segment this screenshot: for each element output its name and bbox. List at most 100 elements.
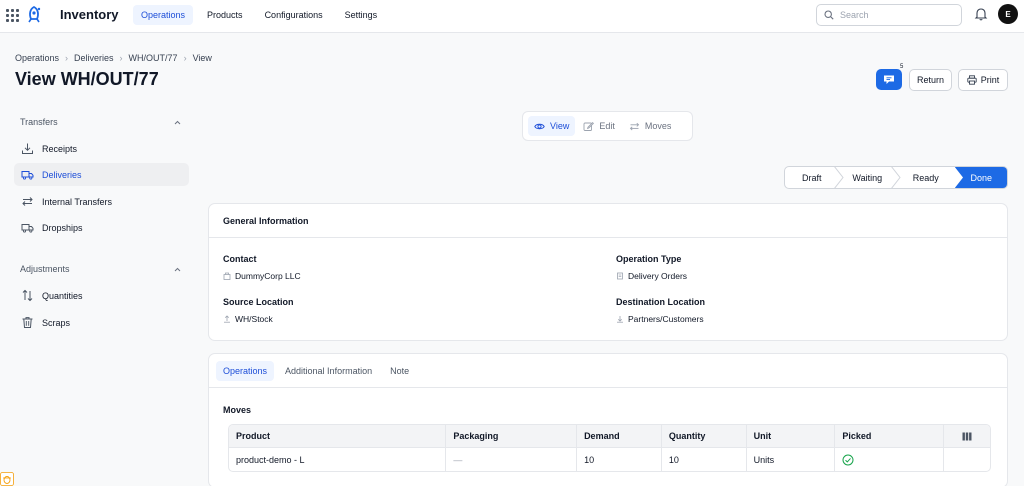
sidebar-item-dropships[interactable]: Dropships (14, 216, 189, 239)
sidebar-item-deliveries[interactable]: Deliveries (14, 163, 189, 186)
search-box[interactable] (816, 4, 962, 26)
breadcrumb-current: View (192, 53, 212, 63)
column-header-unit[interactable]: Unit (747, 425, 836, 447)
column-header-demand[interactable]: Demand (577, 425, 662, 447)
source-location-value-text: WH/Stock (235, 314, 273, 324)
status-step-done[interactable]: Done (954, 167, 1007, 188)
tab-additional-information[interactable]: Additional Information (278, 361, 379, 381)
destination-location-value-text: Partners/Customers (628, 314, 704, 324)
document-icon (617, 272, 623, 280)
status-step-ready[interactable]: Ready (896, 167, 955, 188)
nav-configurations[interactable]: Configurations (257, 5, 331, 25)
bug-icon[interactable] (0, 472, 14, 486)
status-step-label: Draft (802, 172, 822, 183)
pencil-icon (583, 121, 595, 131)
nav-products[interactable]: Products (199, 5, 251, 25)
sidebar-item-receipts[interactable]: Receipts (14, 137, 189, 160)
status-step-waiting[interactable]: Waiting (839, 167, 901, 188)
avatar[interactable]: E (998, 4, 1018, 24)
apps-grid-icon[interactable] (6, 9, 19, 22)
feedback-button[interactable] (876, 69, 902, 90)
breadcrumb: Operations › Deliveries › WH/OUT/77 › Vi… (15, 53, 212, 63)
upload-icon (224, 315, 230, 323)
tab-edit-label: Edit (599, 121, 615, 131)
contact-label: Contact (223, 254, 257, 264)
chevron-right-icon: › (65, 53, 69, 63)
receipt-download-icon (22, 143, 33, 154)
nav-settings[interactable]: Settings (337, 5, 386, 25)
table-row[interactable]: product-demo - L — 10 10 Units (229, 448, 990, 471)
cell-packaging: — (446, 448, 578, 471)
moves-title: Moves (223, 405, 252, 415)
return-button-label: Return (916, 75, 944, 85)
column-header-picked[interactable]: Picked (835, 425, 945, 447)
page-title: View WH/OUT/77 (15, 69, 159, 89)
tab-note[interactable]: Note (383, 361, 416, 381)
contact-value: DummyCorp LLC (223, 271, 301, 281)
company-icon (223, 272, 231, 280)
moves-table: Product Packaging Demand Quantity Unit P… (228, 424, 991, 472)
return-button[interactable]: Return (909, 69, 952, 91)
operation-type-label: Operation Type (616, 254, 682, 264)
bell-icon[interactable] (974, 7, 988, 21)
tab-operations[interactable]: Operations (216, 361, 275, 381)
trash-icon (22, 317, 33, 328)
sidebar-item-label: Internal Transfers (42, 196, 113, 207)
cell-picked (835, 448, 945, 471)
chat-bubble-icon (884, 75, 894, 84)
sidebar-item-internal-transfers[interactable]: Internal Transfers (14, 190, 189, 213)
main-nav: Operations Products Configurations Setti… (133, 5, 385, 25)
chevron-up-icon[interactable] (173, 265, 182, 274)
sidebar-item-label: Receipts (42, 143, 78, 154)
check-circle-icon (842, 454, 854, 465)
columns-icon[interactable] (962, 432, 972, 441)
cell-product: product-demo - L (229, 448, 447, 471)
rocket-icon[interactable] (24, 5, 44, 25)
general-information-title: General Information (209, 204, 1007, 238)
column-settings-cell (944, 425, 990, 447)
dropship-truck-icon (21, 224, 34, 233)
nav-operations[interactable]: Operations (133, 5, 194, 25)
chevron-right-icon: › (183, 53, 187, 63)
detail-tabs: Operations Additional Information Note (216, 361, 416, 381)
tabs-divider (209, 387, 1007, 388)
cell-empty (944, 448, 990, 471)
download-icon (617, 316, 623, 323)
chevron-up-icon[interactable] (173, 118, 182, 127)
tab-view[interactable]: View (528, 116, 576, 136)
cell-unit: Units (747, 448, 836, 471)
chevron-right-icon: › (119, 53, 123, 63)
breadcrumb-deliveries[interactable]: Deliveries (74, 53, 114, 63)
printer-icon (967, 75, 977, 85)
sidebar-item-quantities[interactable]: Quantities (14, 284, 189, 307)
view-switcher: View Edit Moves (522, 111, 693, 141)
tab-moves[interactable]: Moves (623, 116, 678, 136)
feedback-count-badge: 5 (900, 64, 904, 70)
breadcrumb-operations[interactable]: Operations (15, 53, 59, 63)
tab-moves-label: Moves (644, 121, 672, 131)
sidebar-section-transfers[interactable]: Transfers (20, 117, 58, 127)
source-location-value: WH/Stock (223, 314, 273, 324)
column-header-packaging[interactable]: Packaging (446, 425, 578, 447)
sidebar-item-scraps[interactable]: Scraps (14, 311, 189, 334)
tab-edit[interactable]: Edit (577, 116, 621, 136)
status-step-label: Done (970, 172, 992, 183)
column-header-product[interactable]: Product (229, 425, 447, 447)
sort-arrows-icon (22, 289, 33, 302)
eye-icon (534, 123, 545, 129)
print-button[interactable]: Print (958, 69, 1008, 91)
sidebar-item-label: Quantities (42, 290, 83, 301)
general-information-card: General Information Contact DummyCorp LL… (208, 203, 1008, 341)
app-title: Inventory (60, 7, 119, 22)
top-bar: Inventory Operations Products Configurat… (0, 0, 1024, 33)
breadcrumb-record[interactable]: WH/OUT/77 (129, 53, 178, 63)
status-step-label: Waiting (852, 172, 883, 183)
status-step-draft[interactable]: Draft (785, 167, 844, 188)
status-step-label: Ready (912, 172, 939, 183)
operations-card: Operations Additional Information Note M… (208, 353, 1008, 486)
sidebar-section-adjustments[interactable]: Adjustments (20, 264, 70, 274)
search-input[interactable] (840, 10, 950, 20)
column-header-quantity[interactable]: Quantity (662, 425, 747, 447)
search-icon (824, 10, 834, 20)
truck-icon (21, 171, 34, 180)
